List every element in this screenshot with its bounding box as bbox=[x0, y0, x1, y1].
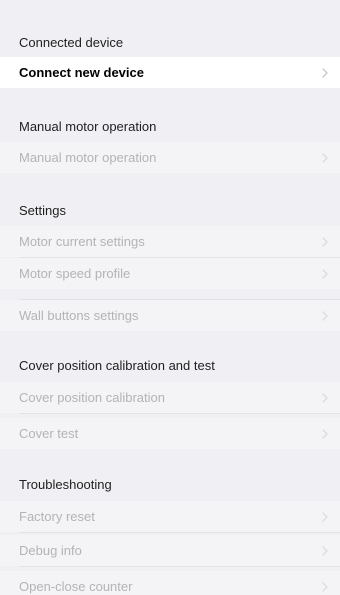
row-factory-reset[interactable]: Factory reset bbox=[0, 501, 340, 532]
chevron-right-icon bbox=[321, 392, 329, 404]
section-title: Settings bbox=[19, 202, 66, 218]
section-header-connected-device: Connected device bbox=[0, 28, 340, 56]
section-title: Connected device bbox=[19, 34, 124, 50]
section-header-cover-position-calibration-and-test: Cover position calibration and test bbox=[0, 351, 340, 379]
row-divider bbox=[19, 566, 340, 567]
settings-list: Connected device Connect new device Manu… bbox=[0, 0, 340, 595]
section-header-settings: Settings bbox=[0, 196, 340, 224]
chevron-right-icon bbox=[321, 310, 329, 322]
row-label: Motor speed profile bbox=[19, 266, 131, 281]
row-cover-test[interactable]: Cover test bbox=[0, 418, 340, 449]
row-divider bbox=[19, 532, 340, 533]
chevron-right-icon bbox=[321, 428, 329, 440]
chevron-right-icon bbox=[321, 236, 329, 248]
row-label: Debug info bbox=[19, 543, 82, 558]
row-motor-current-settings[interactable]: Motor current settings bbox=[0, 226, 340, 257]
row-debug-info[interactable]: Debug info bbox=[0, 535, 340, 566]
row-label: Connect new device bbox=[19, 65, 144, 80]
row-cover-position-calibration[interactable]: Cover position calibration bbox=[0, 382, 340, 413]
row-divider bbox=[19, 413, 340, 414]
chevron-right-icon bbox=[321, 511, 329, 523]
section-header-manual-motor-operation: Manual motor operation bbox=[0, 112, 340, 140]
row-open-close-counter[interactable]: Open-close counter bbox=[0, 571, 340, 595]
section-title: Cover position calibration and test bbox=[19, 357, 215, 373]
row-connect-new-device[interactable]: Connect new device bbox=[0, 57, 340, 88]
chevron-right-icon bbox=[321, 545, 329, 557]
chevron-right-icon bbox=[321, 67, 329, 79]
row-label: Cover test bbox=[19, 426, 79, 441]
section-header-troubleshooting: Troubleshooting bbox=[0, 470, 340, 498]
row-label: Manual motor operation bbox=[19, 150, 157, 165]
row-label: Cover position calibration bbox=[19, 390, 165, 405]
row-manual-motor-operation[interactable]: Manual motor operation bbox=[0, 142, 340, 173]
row-label: Open-close counter bbox=[19, 579, 133, 594]
section-title: Manual motor operation bbox=[19, 118, 157, 134]
row-wall-buttons-settings[interactable]: Wall buttons settings bbox=[0, 300, 340, 331]
row-label: Wall buttons settings bbox=[19, 308, 139, 323]
chevron-right-icon bbox=[321, 152, 329, 164]
chevron-right-icon bbox=[321, 268, 329, 280]
row-motor-speed-profile[interactable]: Motor speed profile bbox=[0, 258, 340, 289]
chevron-right-icon bbox=[321, 581, 329, 593]
row-label: Motor current settings bbox=[19, 234, 145, 249]
section-title: Troubleshooting bbox=[19, 476, 112, 492]
row-label: Factory reset bbox=[19, 509, 95, 524]
